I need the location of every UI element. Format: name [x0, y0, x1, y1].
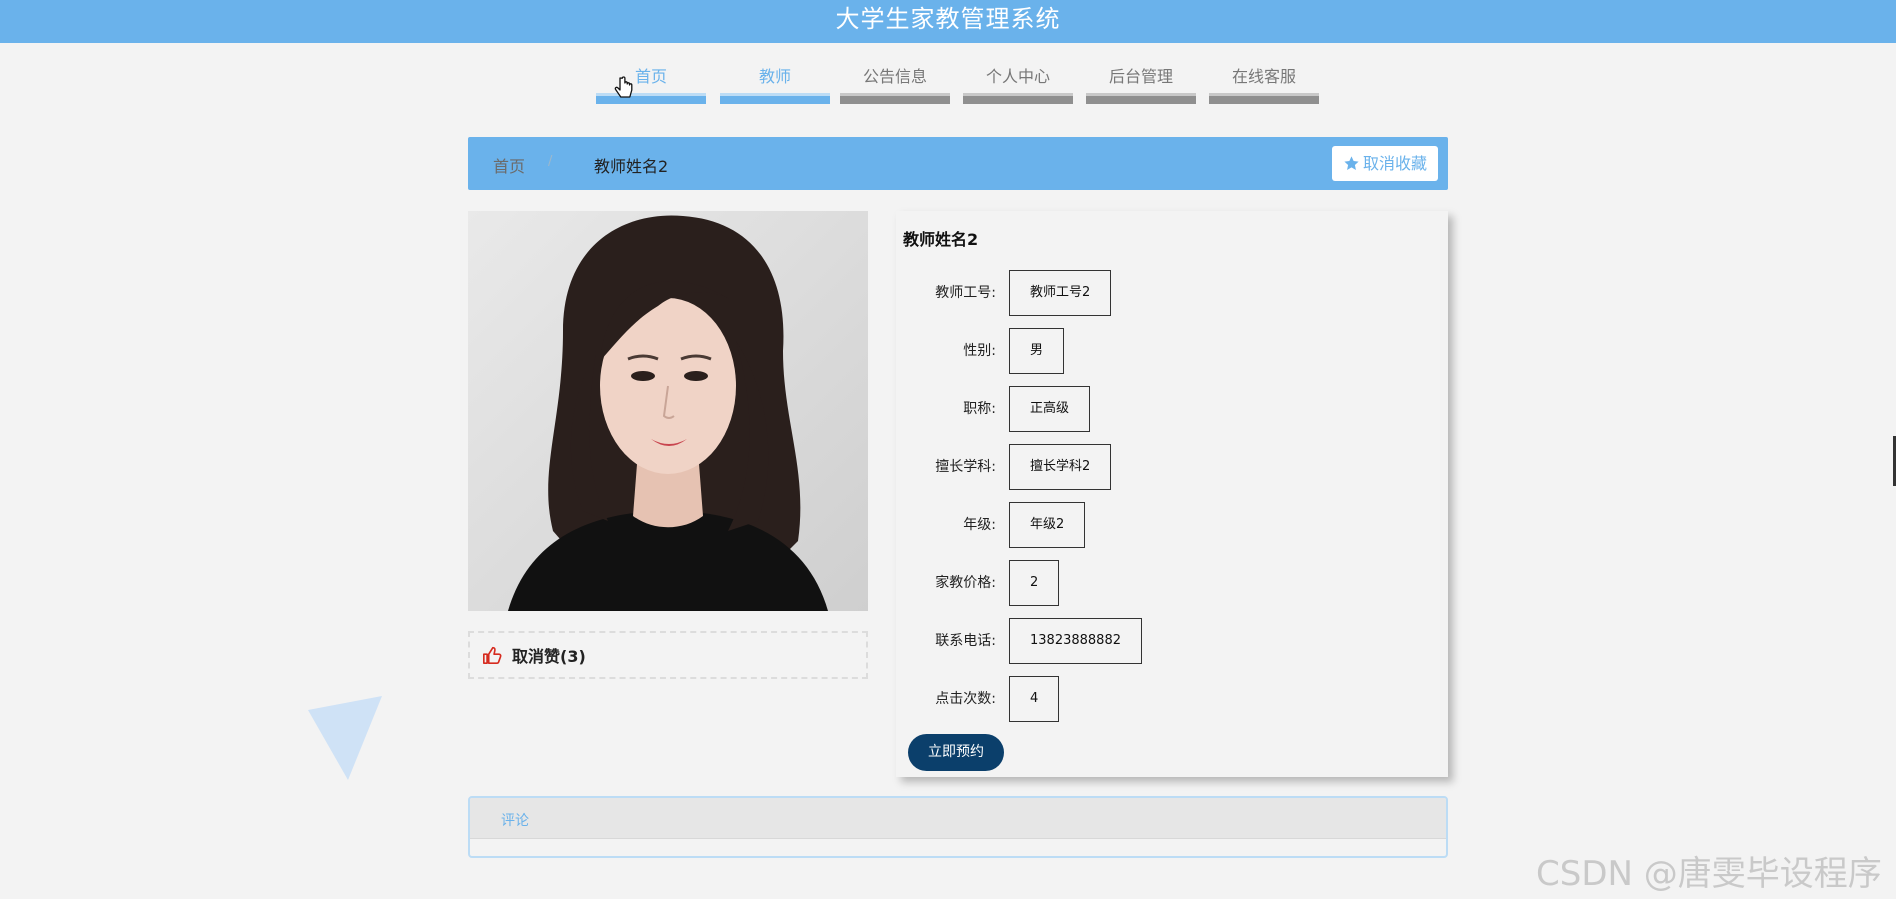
field-value: 年级2 — [1009, 502, 1086, 548]
field-value: 擅长学科2 — [1009, 444, 1112, 490]
nav-item-underline — [596, 93, 706, 104]
nav-item-home[interactable]: 首页 — [596, 64, 706, 106]
nav-item-personal-center[interactable]: 个人中心 — [963, 64, 1073, 106]
field-value: 13823888882 — [1009, 618, 1142, 664]
field-label: 点击次数: — [935, 691, 996, 707]
app-header: 大学生家教管理系统 — [0, 0, 1896, 43]
nav-item-label: 教师 — [758, 67, 791, 86]
field-label: 联系电话: — [935, 633, 996, 649]
field-label: 家教价格: — [935, 575, 996, 591]
field-value: 教师工号2 — [1009, 270, 1112, 316]
unlike-label: 取消赞(3) — [512, 647, 586, 666]
field-label: 教师工号: — [935, 285, 996, 301]
teacher-photo — [468, 211, 868, 611]
unfavorite-label: 取消收藏 — [1362, 154, 1427, 173]
nav-item-underline — [840, 93, 950, 104]
nav-item-label: 公告信息 — [862, 67, 927, 86]
nav-item-label: 个人中心 — [985, 67, 1050, 86]
teacher-name: 教师姓名2 — [903, 230, 979, 249]
nav-item-underline — [1209, 93, 1319, 104]
nav-item-announcements[interactable]: 公告信息 — [840, 64, 950, 106]
field-label: 性别: — [963, 343, 996, 359]
breadcrumb-separator: / — [548, 154, 553, 169]
decorative-triangle — [308, 696, 382, 780]
breadcrumb-home-link[interactable]: 首页 — [493, 153, 525, 177]
nav-item-label: 首页 — [634, 67, 667, 86]
nav-item-online-service[interactable]: 在线客服 — [1209, 64, 1319, 106]
comments-header: 评论 — [470, 798, 1446, 839]
breadcrumb-current: 教师姓名2 — [594, 157, 669, 176]
unlike-button[interactable]: 取消赞(3) — [468, 631, 868, 679]
star-icon — [1344, 156, 1359, 170]
nav-item-admin[interactable]: 后台管理 — [1086, 64, 1196, 106]
nav-item-label: 在线客服 — [1231, 67, 1296, 86]
main-nav: 首页 教师 公告信息 个人中心 后台管理 在线客服 — [0, 64, 1896, 110]
field-value: 4 — [1009, 676, 1060, 722]
nav-item-underline — [963, 93, 1073, 104]
nav-item-underline — [1086, 93, 1196, 104]
hand-cursor-icon — [614, 76, 633, 98]
field-label: 擅长学科: — [935, 459, 996, 475]
thumbs-up-icon — [483, 646, 502, 664]
app-title: 大学生家教管理系统 — [835, 5, 1061, 33]
field-value: 男 — [1009, 328, 1065, 374]
field-label: 职称: — [963, 401, 996, 417]
comments-panel: 评论 — [468, 796, 1448, 858]
nav-item-teachers[interactable]: 教师 — [720, 64, 830, 106]
field-value: 正高级 — [1009, 386, 1091, 432]
teacher-info-card: 教师姓名2 教师工号: 教师工号2 性别: 男 职称: 正高级 擅长学科: 擅长… — [896, 211, 1448, 777]
breadcrumb: 首页 / 教师姓名2 取消收藏 — [468, 137, 1448, 190]
field-value: 2 — [1009, 560, 1060, 606]
teacher-portrait-image — [468, 211, 868, 611]
tab-comments[interactable]: 评论 — [501, 810, 529, 830]
nav-item-label: 后台管理 — [1108, 67, 1173, 86]
unfavorite-button[interactable]: 取消收藏 — [1331, 146, 1438, 181]
watermark: CSDN @唐雯毕设程序 — [1536, 854, 1882, 894]
nav-item-underline — [720, 93, 830, 104]
field-label: 年级: — [963, 517, 996, 533]
book-now-button[interactable]: 立即预约 — [908, 734, 1004, 771]
